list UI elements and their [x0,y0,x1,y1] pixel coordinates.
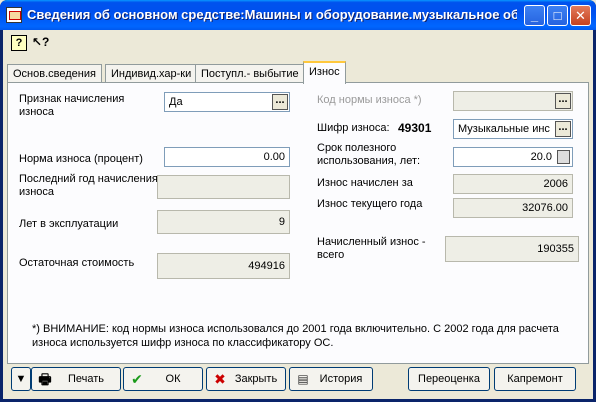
help-icon[interactable]: ? [11,35,27,51]
warning-note: *) ВНИМАНИЕ: код нормы износа использова… [32,323,559,349]
menu-dropdown-button[interactable]: ▼ [11,367,31,391]
norm-code-ellipsis-button[interactable]: ... [555,93,571,109]
close-window-button[interactable]: ✕ [570,5,591,26]
history-icon: ▤ [297,372,309,386]
printer-icon: 🖶 [38,371,52,387]
useful-life-field[interactable]: 20.0 [453,147,573,167]
useful-life-value: 20.0 [530,151,552,163]
depreciation-flag-value: Да [169,96,183,108]
tab-main-info[interactable]: Основ.сведения [7,64,102,83]
current-year-label: Износ текущего года [317,198,423,210]
total-label: Начисленный износ - всего [317,236,426,261]
tab-receipt-disposal[interactable]: Поступл.- выбытие [195,64,305,83]
ok-label: ОК [165,373,181,385]
print-button[interactable]: 🖶 Печать [31,367,121,391]
cipher-label: Шифр износа: [317,122,390,134]
window-body: ? ↖? Основ.сведения Индивид.хар-ки Посту… [3,30,593,399]
ok-button[interactable]: ✔ ОК [123,367,203,391]
depreciation-panel: Признак начисления износа Да ... Норма и… [7,82,589,364]
depreciation-flag-ellipsis-button[interactable]: ... [272,94,288,110]
residual-label: Остаточная стоимость [19,257,135,269]
norm-field[interactable]: 0.00 [164,147,290,167]
maximize-button[interactable]: □ [547,5,568,26]
close-button[interactable]: ✖ Закрыть [206,367,286,391]
main-window: Сведения об основном средстве:Машины и о… [0,0,596,402]
cipher-ellipsis-button[interactable]: ... [555,121,571,137]
window-title: Сведения об основном средстве:Машины и о… [27,7,517,22]
years-label: Лет в эксплуатации [19,218,119,230]
last-year-field [157,175,290,199]
app-icon [6,7,22,23]
title-bar: Сведения об основном средстве:Машины и о… [0,0,596,30]
total-field: 190355 [445,236,579,262]
cipher-field[interactable]: Музыкальные инс ... [453,119,573,139]
charged-for-field: 2006 [453,174,573,194]
tab-individual[interactable]: Индивид.хар-ки [105,64,198,83]
norm-code-label: Код нормы износа *) [317,94,422,106]
checkmark-icon: ✔ [131,371,143,387]
norm-code-field: ... [453,91,573,111]
charged-for-label: Износ начислен за [317,177,413,189]
repair-button[interactable]: Капремонт [494,367,576,391]
norm-label: Норма износа (процент) [19,153,143,165]
tab-strip: Основ.сведения Индивид.хар-ки Поступл.- … [7,61,589,84]
minimize-button[interactable]: _ [524,5,545,26]
toolbar: ? ↖? [3,30,593,56]
depreciation-flag-field[interactable]: Да ... [164,92,290,112]
tab-depreciation[interactable]: Износ [303,61,346,84]
useful-life-label: Срок полезного использования, лет: [317,142,421,167]
button-bar: ▼ 🖶 Печать ✔ ОК ✖ Закрыть ▤ История Пере… [3,367,593,395]
revaluation-button[interactable]: Переоценка [408,367,490,391]
red-x-icon: ✖ [214,371,226,387]
whats-this-icon[interactable]: ↖? [32,35,49,51]
depreciation-flag-label: Признак начисления износа [19,93,125,118]
cipher-value: Музыкальные инс [458,123,550,135]
years-field: 9 [157,210,290,234]
cipher-code: 49301 [398,121,432,135]
print-label: Печать [67,373,105,385]
history-button[interactable]: ▤ История [289,367,373,391]
last-year-label: Последний год начисления износа [19,173,158,198]
calculator-icon[interactable] [557,150,570,164]
current-year-field: 32076.00 [453,198,573,218]
residual-field: 494916 [157,253,290,279]
